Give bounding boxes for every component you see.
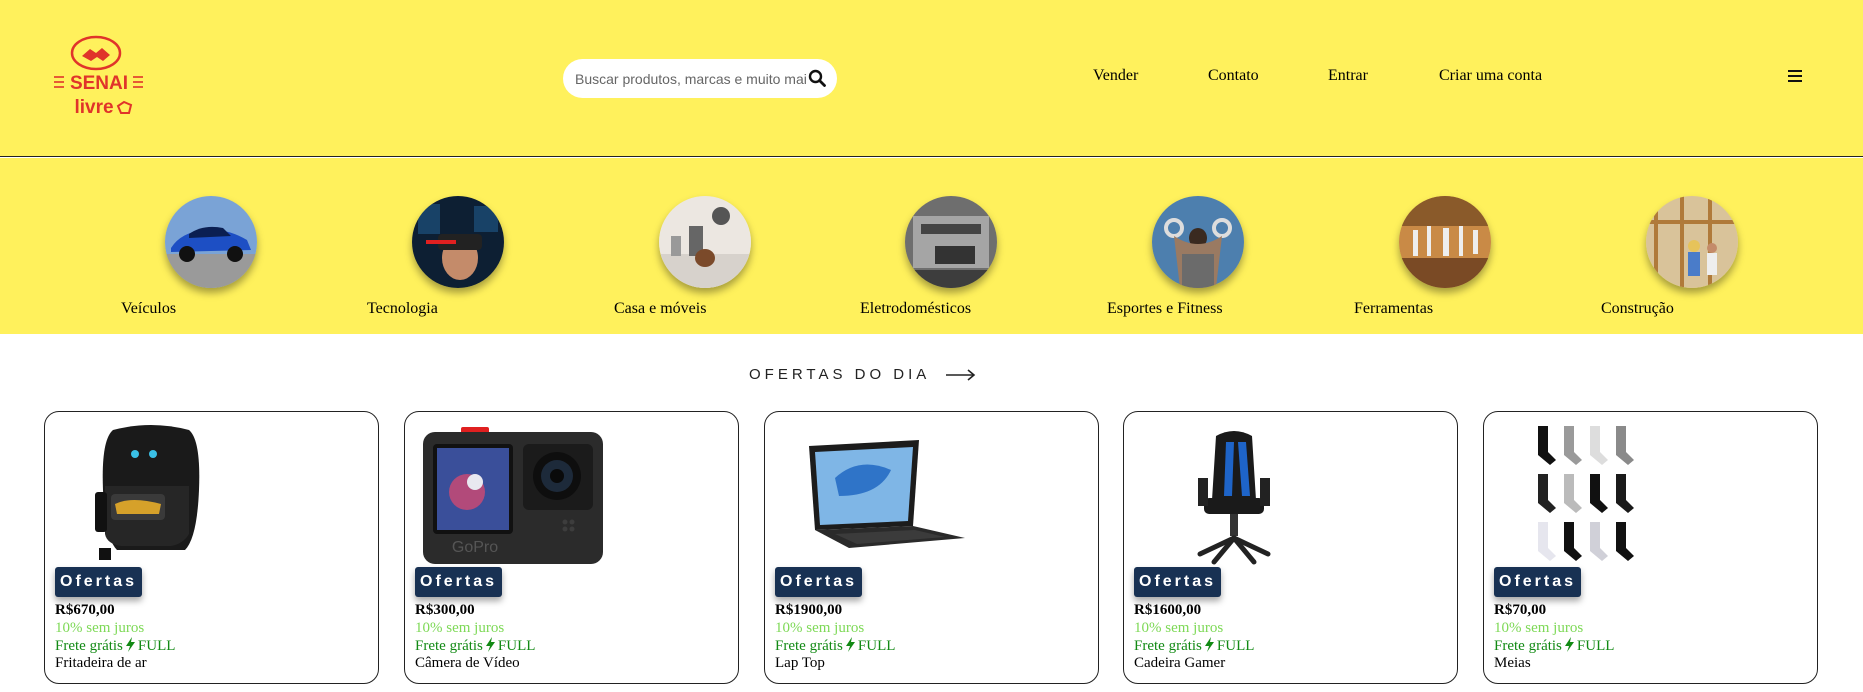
- product-name: Cadeira Gamer: [1134, 655, 1226, 671]
- category-eletrodomesticos[interactable]: Eletrodomésticos: [860, 158, 1100, 334]
- product-card-cadeira[interactable]: Ofertas R$1600,00 10% sem juros Frete gr…: [1123, 411, 1458, 684]
- ofertas-badge: Ofertas: [1494, 567, 1582, 597]
- car-photo-icon: [165, 196, 257, 288]
- product-price: R$1600,00: [1134, 602, 1202, 618]
- ofertas-do-dia-link[interactable]: OFERTAS DO DIA: [749, 366, 976, 388]
- shipping-info: Frete grátis FULL: [55, 637, 175, 655]
- installments-text: 10% sem juros: [1494, 620, 1584, 636]
- appliance-photo-icon: [905, 196, 997, 288]
- product-price: R$70,00: [1494, 602, 1547, 618]
- svg-text:GoPro: GoPro: [452, 539, 498, 556]
- installments-text: 10% sem juros: [55, 620, 145, 636]
- ofertas-badge: Ofertas: [1134, 567, 1222, 597]
- lightning-icon: [485, 637, 495, 652]
- product-name: Câmera de Vídeo: [415, 655, 520, 671]
- kitchen-photo-icon: [659, 196, 751, 288]
- category-esportes-fitness[interactable]: Esportes e Fitness: [1107, 158, 1347, 334]
- shipping-text: Frete grátis: [415, 638, 483, 654]
- lightning-icon: [845, 637, 855, 652]
- ofertas-badge: Ofertas: [55, 567, 143, 597]
- nav-vender[interactable]: Vender: [1093, 67, 1138, 85]
- shipping-info: Frete grátis FULL: [415, 637, 535, 655]
- product-card-fritadeira[interactable]: Ofertas R$670,00 10% sem juros Frete grá…: [44, 411, 379, 684]
- category-label: Tecnologia: [367, 300, 438, 317]
- hamburger-menu-icon[interactable]: [1787, 68, 1803, 84]
- product-name: Fritadeira de ar: [55, 655, 147, 671]
- installments-text: 10% sem juros: [775, 620, 865, 636]
- shipping-info: Frete grátis FULL: [775, 637, 895, 655]
- offers-title: OFERTAS DO DIA: [749, 366, 930, 383]
- shipping-text: Frete grátis: [1134, 638, 1202, 654]
- category-tecnologia[interactable]: Tecnologia: [367, 158, 607, 334]
- search-icon[interactable]: [808, 69, 826, 87]
- product-name: Meias: [1494, 655, 1531, 671]
- svg-text:livre: livre: [74, 97, 113, 118]
- shipping-info: Frete grátis FULL: [1494, 637, 1614, 655]
- category-strip: Veículos Tecnologia Casa e móveis Eletro…: [0, 158, 1863, 334]
- nav-entrar[interactable]: Entrar: [1328, 67, 1368, 85]
- full-tag: FULL: [137, 638, 176, 654]
- senai-livre-logo[interactable]: SENAI livre: [52, 34, 148, 122]
- full-tag: FULL: [857, 638, 896, 654]
- ofertas-badge: Ofertas: [415, 567, 503, 597]
- nav-criar-conta[interactable]: Criar uma conta: [1439, 67, 1542, 85]
- tools-photo-icon: [1399, 196, 1491, 288]
- vr-headset-photo-icon: [412, 196, 504, 288]
- full-tag: FULL: [497, 638, 536, 654]
- installments-text: 10% sem juros: [1134, 620, 1224, 636]
- arrow-right-icon: [945, 369, 975, 381]
- category-construcao[interactable]: Construção: [1601, 158, 1841, 334]
- product-price: R$670,00: [55, 602, 115, 618]
- shipping-text: Frete grátis: [775, 638, 843, 654]
- category-label: Eletrodomésticos: [860, 300, 972, 317]
- header: SENAI livre Vender Contato Entrar Criar …: [0, 0, 1863, 157]
- category-casa-moveis[interactable]: Casa e móveis: [614, 158, 854, 334]
- gamer-chair-image: [1197, 431, 1271, 565]
- category-label: Esportes e Fitness: [1107, 300, 1223, 317]
- category-label: Ferramentas: [1354, 300, 1434, 317]
- lightning-icon: [1564, 637, 1574, 652]
- shipping-text: Frete grátis: [1494, 638, 1562, 654]
- category-label: Construção: [1601, 300, 1674, 317]
- laptop-image: [809, 440, 965, 548]
- lightning-icon: [1204, 637, 1214, 652]
- lightning-icon: [125, 637, 135, 652]
- product-card-camera[interactable]: GoPro Ofertas R$300,00 10% sem juros Fre…: [404, 411, 739, 684]
- socks-image: [1538, 426, 1634, 561]
- product-price: R$300,00: [415, 602, 475, 618]
- product-card-laptop[interactable]: Ofertas R$1900,00 10% sem juros Frete gr…: [764, 411, 1099, 684]
- ofertas-badge: Ofertas: [775, 567, 863, 597]
- shipping-info: Frete grátis FULL: [1134, 637, 1254, 655]
- construction-photo-icon: [1646, 196, 1738, 288]
- search-input[interactable]: [575, 59, 807, 98]
- full-tag: FULL: [1576, 638, 1615, 654]
- shipping-text: Frete grátis: [55, 638, 123, 654]
- installments-text: 10% sem juros: [415, 620, 505, 636]
- category-veiculos[interactable]: Veículos: [121, 158, 361, 334]
- nav-contato[interactable]: Contato: [1208, 67, 1259, 85]
- product-card-meias[interactable]: Ofertas R$70,00 10% sem juros Frete grát…: [1483, 411, 1818, 684]
- air-fryer-image: [95, 425, 200, 560]
- svg-text:SENAI: SENAI: [70, 73, 128, 94]
- category-ferramentas[interactable]: Ferramentas: [1354, 158, 1594, 334]
- product-name: Lap Top: [775, 655, 825, 671]
- category-label: Casa e móveis: [614, 300, 707, 317]
- gym-rings-photo-icon: [1152, 196, 1244, 288]
- full-tag: FULL: [1216, 638, 1255, 654]
- search-bar: [563, 59, 837, 98]
- category-label: Veículos: [121, 300, 177, 317]
- product-price: R$1900,00: [775, 602, 843, 618]
- action-camera-image: GoPro: [423, 427, 603, 564]
